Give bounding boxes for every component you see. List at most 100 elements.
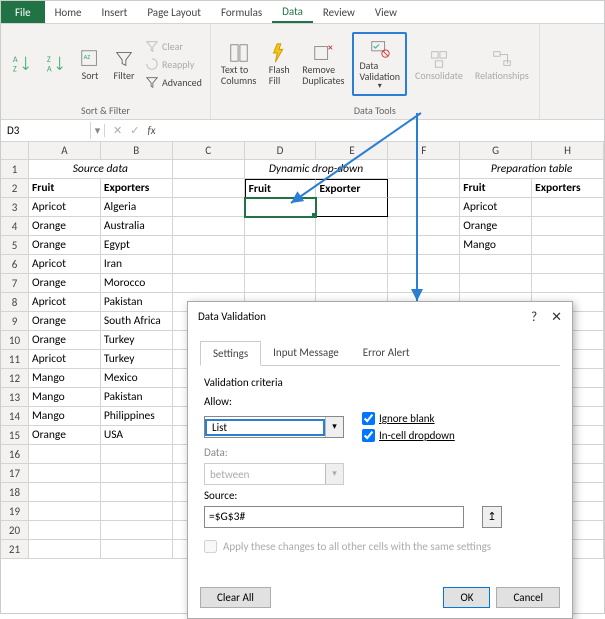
cell[interactable]: Exporter bbox=[316, 179, 388, 198]
cell[interactable]: Orange bbox=[29, 426, 101, 445]
col-header[interactable]: D bbox=[245, 142, 317, 160]
cell[interactable]: USA bbox=[101, 426, 173, 445]
cell[interactable] bbox=[388, 255, 460, 274]
row-header[interactable]: 10 bbox=[1, 331, 29, 350]
row-header[interactable]: 11 bbox=[1, 350, 29, 369]
cell[interactable]: Exporters bbox=[532, 179, 604, 198]
cell[interactable]: Orange bbox=[29, 312, 101, 331]
tab-data[interactable]: Data bbox=[272, 1, 313, 23]
row-header[interactable]: 4 bbox=[1, 217, 29, 236]
cell[interactable] bbox=[101, 521, 173, 540]
cell[interactable] bbox=[388, 236, 460, 255]
cell[interactable]: Apricot bbox=[29, 255, 101, 274]
cell[interactable]: Turkey bbox=[101, 331, 173, 350]
row-header[interactable]: 12 bbox=[1, 369, 29, 388]
cell[interactable] bbox=[245, 217, 317, 236]
cell[interactable] bbox=[388, 179, 460, 198]
row-header[interactable]: 19 bbox=[1, 502, 29, 521]
cell[interactable] bbox=[29, 483, 101, 502]
remove-duplicates-button[interactable]: Remove Duplicates bbox=[298, 39, 348, 89]
cell[interactable]: Apricot bbox=[29, 350, 101, 369]
cell[interactable]: Mango bbox=[460, 236, 532, 255]
cell[interactable] bbox=[173, 160, 245, 179]
cell[interactable] bbox=[388, 160, 460, 179]
cell[interactable]: Pakistan bbox=[101, 293, 173, 312]
cell[interactable] bbox=[460, 255, 532, 274]
tab-review[interactable]: Review bbox=[313, 1, 365, 23]
cell[interactable]: Orange bbox=[29, 236, 101, 255]
cell[interactable]: Dynamic drop-down bbox=[245, 160, 389, 179]
select-all-corner[interactable] bbox=[1, 142, 29, 160]
row-header[interactable]: 2 bbox=[1, 179, 29, 198]
reapply-button[interactable]: Reapply bbox=[143, 56, 204, 72]
cancel-formula-icon[interactable]: ✕ bbox=[113, 124, 122, 137]
cell[interactable] bbox=[460, 274, 532, 293]
close-icon[interactable]: ✕ bbox=[551, 310, 562, 325]
cell[interactable]: Mango bbox=[29, 407, 101, 426]
cell[interactable] bbox=[245, 255, 317, 274]
in-cell-dropdown-checkbox[interactable]: In-cell dropdown bbox=[362, 429, 455, 442]
cell[interactable] bbox=[173, 236, 245, 255]
cell[interactable] bbox=[173, 179, 245, 198]
row-header[interactable]: 20 bbox=[1, 521, 29, 540]
cell[interactable]: Orange bbox=[29, 331, 101, 350]
ok-button[interactable]: OK bbox=[443, 587, 490, 608]
cell[interactable]: Preparation table bbox=[460, 160, 604, 179]
cell[interactable] bbox=[532, 255, 604, 274]
enter-formula-icon[interactable]: ✓ bbox=[130, 124, 139, 137]
cell[interactable]: Philippines bbox=[101, 407, 173, 426]
cell[interactable] bbox=[316, 236, 388, 255]
cell[interactable] bbox=[388, 217, 460, 236]
col-header[interactable]: G bbox=[460, 142, 532, 160]
cell[interactable]: Iran bbox=[101, 255, 173, 274]
cell[interactable] bbox=[101, 445, 173, 464]
source-input[interactable] bbox=[204, 506, 464, 528]
cell[interactable] bbox=[245, 236, 317, 255]
cell[interactable]: Egypt bbox=[101, 236, 173, 255]
cell[interactable]: Mexico bbox=[101, 369, 173, 388]
cancel-button[interactable]: Cancel bbox=[496, 587, 560, 608]
sort-desc-button[interactable]: ZA bbox=[41, 50, 71, 78]
row-header[interactable]: 6 bbox=[1, 255, 29, 274]
row-header[interactable]: 14 bbox=[1, 407, 29, 426]
cell[interactable]: Orange bbox=[460, 217, 532, 236]
cell[interactable] bbox=[29, 445, 101, 464]
row-header[interactable]: 8 bbox=[1, 293, 29, 312]
col-header[interactable]: H bbox=[532, 142, 604, 160]
cell[interactable] bbox=[316, 274, 388, 293]
cell[interactable] bbox=[29, 464, 101, 483]
cell[interactable] bbox=[532, 274, 604, 293]
cell[interactable] bbox=[173, 274, 245, 293]
name-box[interactable]: D3 bbox=[1, 122, 91, 139]
filter-button[interactable]: Filter bbox=[109, 45, 139, 84]
cell[interactable]: Australia bbox=[101, 217, 173, 236]
consolidate-button[interactable]: Consolidate bbox=[411, 45, 467, 84]
cell[interactable] bbox=[173, 198, 245, 217]
cell[interactable] bbox=[388, 274, 460, 293]
sort-button[interactable]: AZ Sort bbox=[75, 45, 105, 84]
cell[interactable] bbox=[173, 217, 245, 236]
cell[interactable]: Source data bbox=[29, 160, 173, 179]
col-header[interactable]: E bbox=[316, 142, 388, 160]
row-header[interactable]: 15 bbox=[1, 426, 29, 445]
col-header[interactable]: F bbox=[388, 142, 460, 160]
cell[interactable]: Algeria bbox=[101, 198, 173, 217]
allow-dropdown[interactable]: List ▾ bbox=[204, 416, 344, 438]
clear-all-button[interactable]: Clear All bbox=[200, 587, 271, 608]
row-header[interactable]: 18 bbox=[1, 483, 29, 502]
cell[interactable]: Apricot bbox=[29, 198, 101, 217]
cell[interactable]: Pakistan bbox=[101, 388, 173, 407]
row-header[interactable]: 9 bbox=[1, 312, 29, 331]
dialog-tab-settings[interactable]: Settings bbox=[200, 341, 261, 366]
tab-view[interactable]: View bbox=[365, 1, 407, 23]
row-header[interactable]: 3 bbox=[1, 198, 29, 217]
cell[interactable] bbox=[173, 255, 245, 274]
help-icon[interactable]: ? bbox=[531, 310, 537, 325]
dialog-tab-input-message[interactable]: Input Message bbox=[261, 341, 351, 365]
row-header[interactable]: 16 bbox=[1, 445, 29, 464]
cell[interactable]: Turkey bbox=[101, 350, 173, 369]
cell[interactable]: Orange bbox=[29, 217, 101, 236]
cell[interactable]: Fruit bbox=[460, 179, 532, 198]
tab-file[interactable]: File bbox=[1, 1, 45, 23]
name-box-dropdown[interactable]: ▾ bbox=[91, 124, 105, 137]
